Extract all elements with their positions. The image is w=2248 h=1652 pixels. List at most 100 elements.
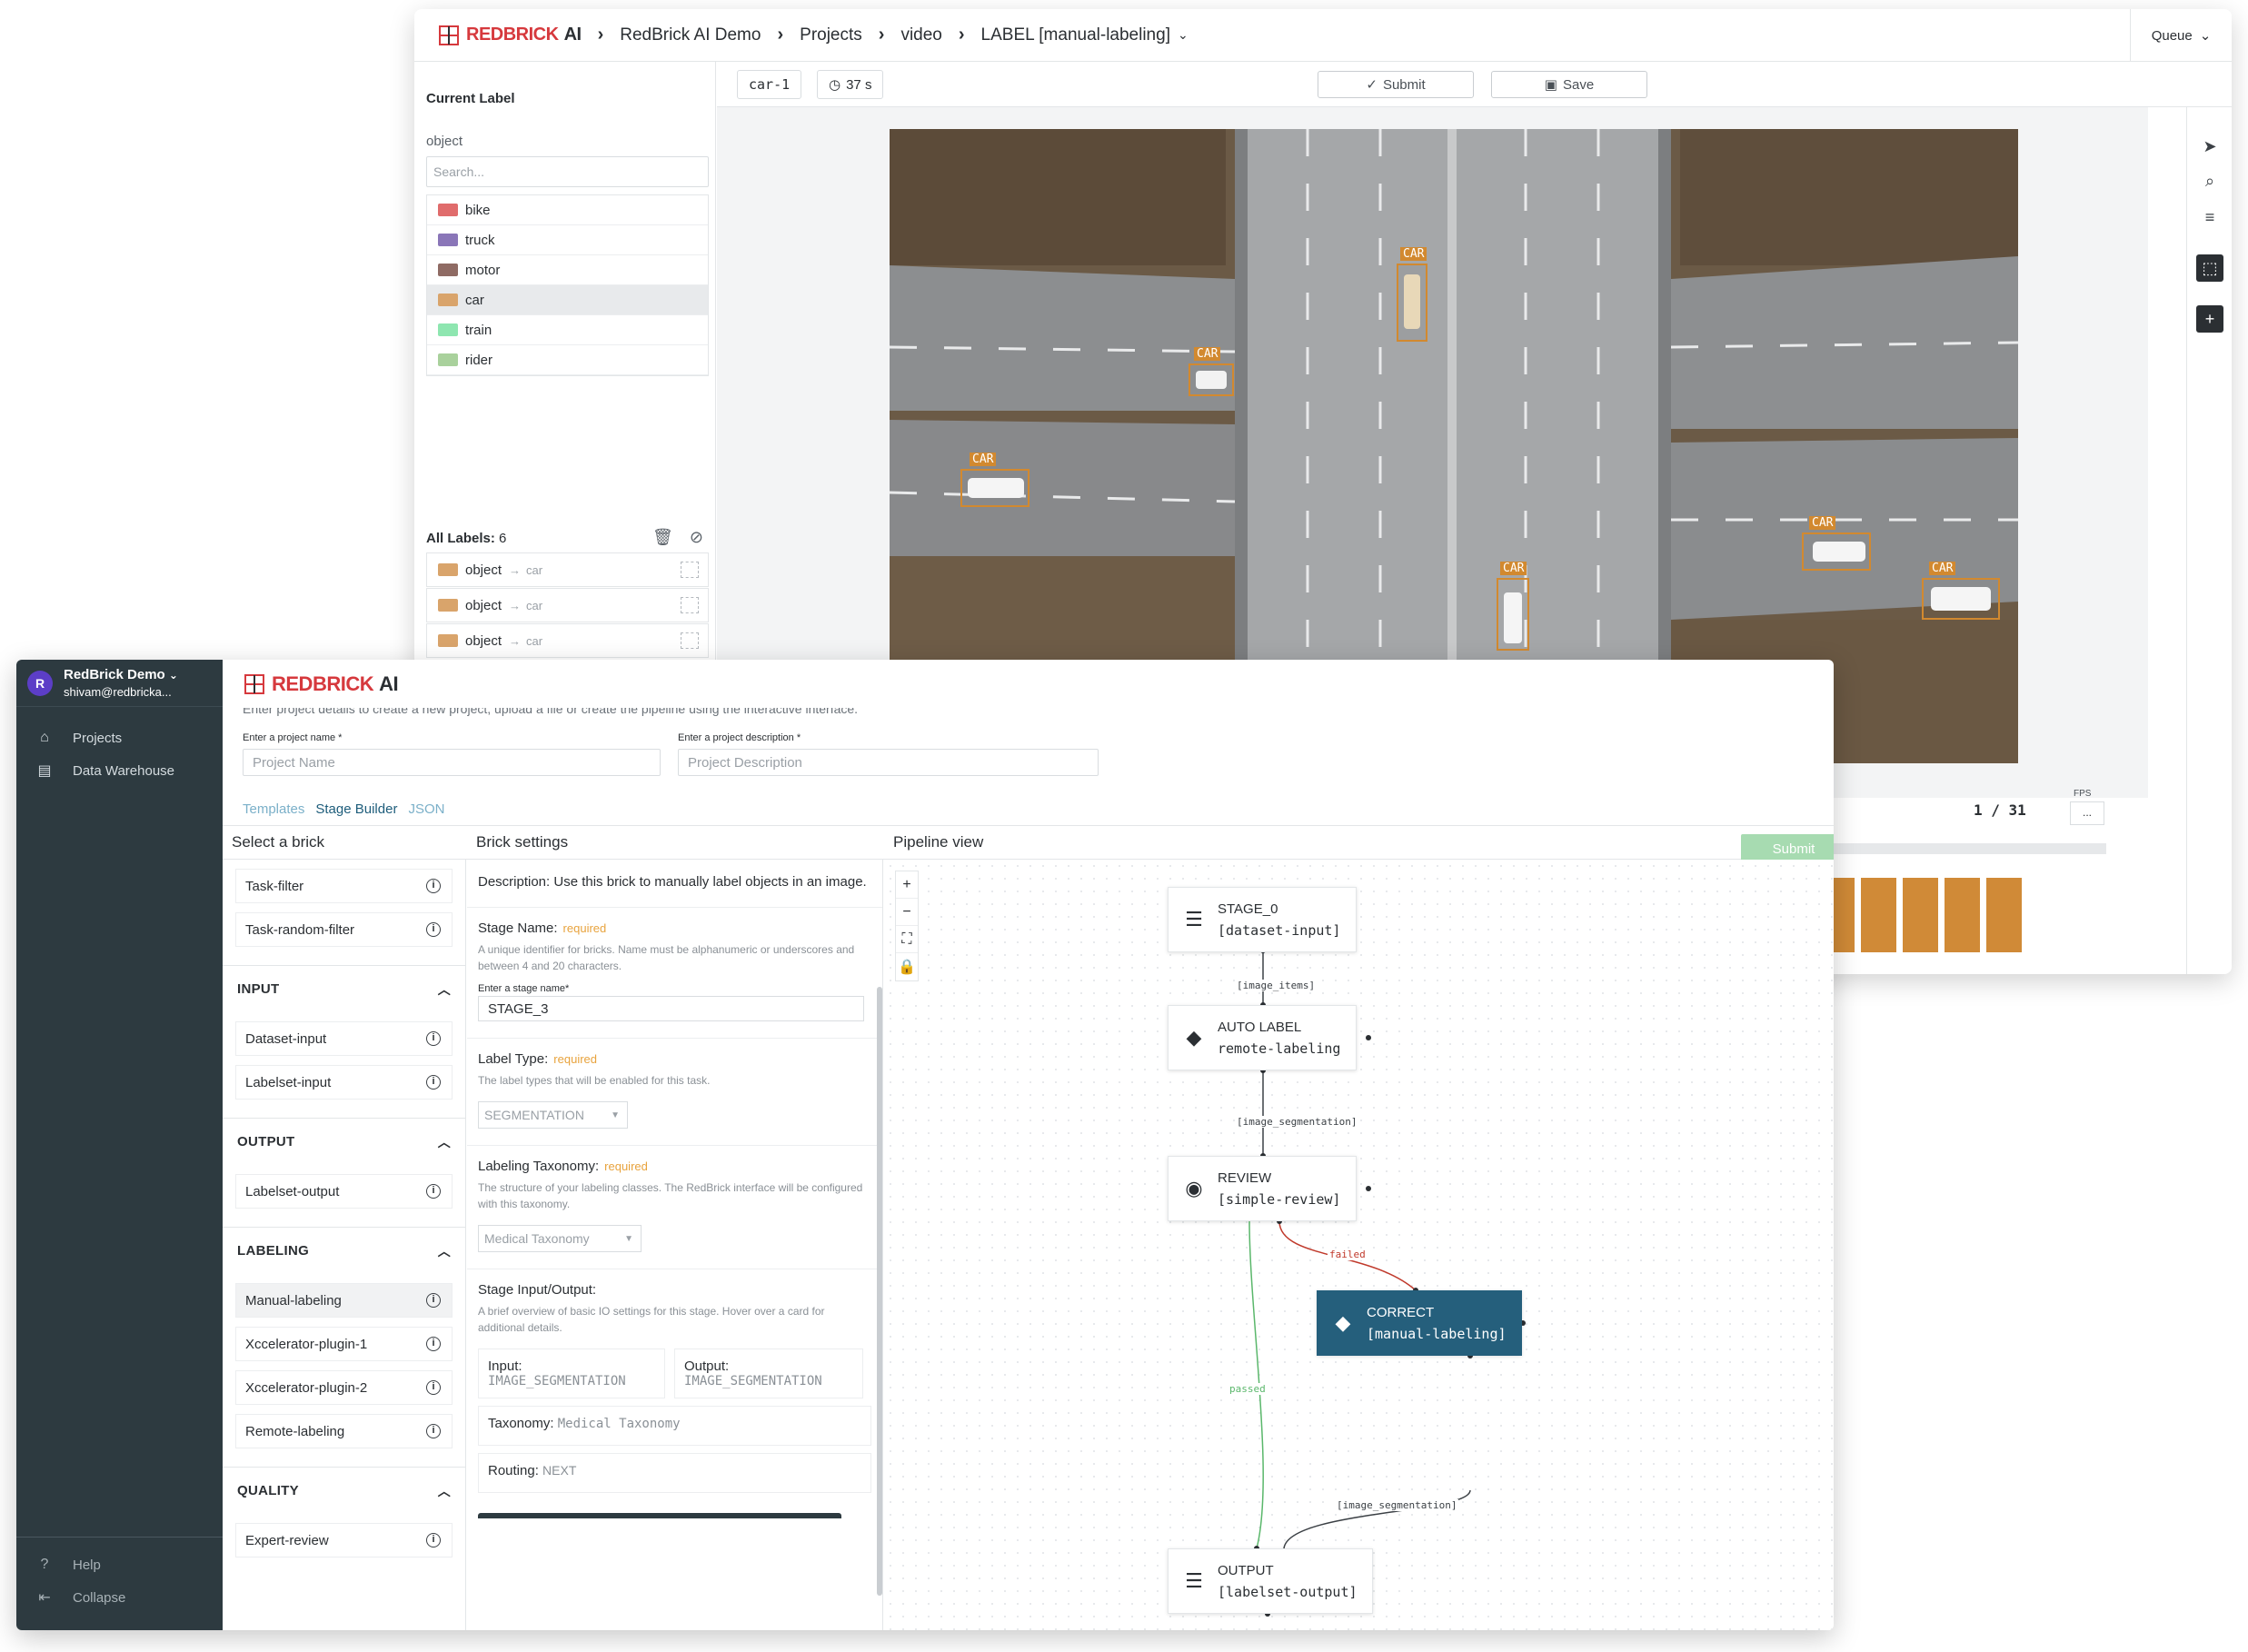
car-bounding-box[interactable]: CAR [1189,347,1234,396]
brick-task-filter[interactable]: Task-filter i [235,869,453,903]
fps-select[interactable]: ... [2070,801,2104,825]
project-description-input[interactable]: Project Description [678,749,1099,776]
chevron-down-icon[interactable]: ⌄ [1178,27,1189,43]
pipeline-node-auto-label[interactable]: ◆ AUTO LABEL remote-labeling [1168,1005,1357,1070]
fps-label: FPS [2074,789,2092,799]
label-entry[interactable]: object → car [426,588,709,622]
bounding-box-tool-icon[interactable]: ⬚ [2196,254,2223,282]
section-input[interactable]: INPUT ︿ [223,965,465,1012]
redbrick-logo[interactable]: REDBRICK AI [243,672,399,696]
pipeline-node-review[interactable]: ◉ REVIEW [simple-review] [1168,1156,1357,1221]
frame-block[interactable] [1945,878,1980,952]
class-item-bike[interactable]: bike [427,195,708,225]
breadcrumb-stage[interactable]: LABEL [manual-labeling] [981,25,1170,45]
info-icon[interactable]: i [426,1337,441,1351]
io-routing-card[interactable]: Routing: NEXT [478,1453,871,1493]
class-item-truck[interactable]: truck [427,225,708,255]
tab-stage-builder[interactable]: Stage Builder [315,801,397,817]
sliders-icon[interactable]: ≡ [2196,204,2223,231]
add-brick-button[interactable] [478,1513,841,1518]
pipeline-canvas[interactable]: + − ⛶ 🔒 [image_items] [image_segmentatio… [884,860,1834,1630]
submit-button[interactable]: ✓ Submit [1318,71,1474,98]
io-taxonomy-card[interactable]: Taxonomy: Medical Taxonomy [478,1406,871,1446]
car-bounding-box[interactable]: CAR [960,453,1030,507]
frame-block[interactable] [1986,878,2022,952]
trash-icon[interactable]: 🗑 [652,528,673,547]
queue-dropdown[interactable]: Queue ⌄ [2130,9,2232,62]
bounding-box-icon [681,597,699,613]
info-icon[interactable]: i [426,1380,441,1395]
pipeline-node-output[interactable]: ☰ OUTPUT [labelset-output] [1168,1548,1373,1614]
info-icon[interactable]: i [426,1031,441,1046]
brick-manual-labeling[interactable]: Manual-labeling i [235,1283,453,1318]
list-icon: ☰ [1185,1569,1203,1592]
car-bounding-box[interactable]: CAR [1802,516,1871,571]
info-icon[interactable]: i [426,922,441,937]
brick-xccelerator-plugin-2[interactable]: Xccelerator-plugin-2 i [235,1370,453,1405]
breadcrumb-org[interactable]: RedBrick AI Demo [620,25,761,45]
pipeline-node-correct[interactable]: ◆ CORRECT [manual-labeling] [1317,1290,1522,1356]
class-item-train[interactable]: train [427,315,708,345]
breadcrumb-project[interactable]: video [900,25,941,45]
eye-off-icon[interactable]: ⊘ [690,528,703,547]
label-entry[interactable]: object → car [426,623,709,658]
io-input-card[interactable]: Input: IMAGE_SEGMENTATION [478,1348,665,1398]
tag-icon: ◆ [1186,1026,1202,1049]
label-type-title: Label Type: [478,1051,549,1067]
class-search-input[interactable]: Search... [426,156,709,187]
frame-block[interactable] [1903,878,1938,952]
frame-block[interactable] [1861,878,1896,952]
chevron-up-icon: ︿ [437,1243,451,1259]
sidebar-item-projects[interactable]: ⌂ Projects [16,722,223,754]
save-button[interactable]: ▣ Save [1491,71,1647,98]
pipeline-node-stage0[interactable]: ☰ STAGE_0 [dataset-input] [1168,887,1357,952]
info-icon[interactable]: i [426,1184,441,1199]
section-output[interactable]: OUTPUT ︿ [223,1118,465,1165]
brick-task-random-filter[interactable]: Task-random-filter i [235,912,453,947]
main-content: REDBRICK AI Enter project details to crea… [223,660,1834,1630]
project-name-input[interactable]: Project Name [243,749,661,776]
car-shape [1196,371,1227,389]
io-output-card[interactable]: Output: IMAGE_SEGMENTATION [674,1348,863,1398]
zoom-icon[interactable]: ⌕ [2196,167,2223,194]
info-icon[interactable]: i [426,1075,441,1090]
brick-dataset-input[interactable]: Dataset-input i [235,1021,453,1056]
brick-remote-labeling[interactable]: Remote-labeling i [235,1414,453,1448]
brick-labelset-input[interactable]: Labelset-input i [235,1065,453,1100]
brick-expert-review[interactable]: Expert-review i [235,1523,453,1557]
info-icon[interactable]: i [426,1533,441,1548]
sidebar-item-collapse[interactable]: ⇤ Collapse [16,1581,223,1614]
car-bounding-box[interactable]: CAR [1397,247,1427,342]
info-icon[interactable]: i [426,1293,441,1308]
save-icon: ▣ [1544,77,1557,93]
redbrick-logo[interactable]: REDBRICK AI [437,24,582,47]
settings-scrollbar[interactable] [877,987,882,1596]
sidebar-item-data-warehouse[interactable]: ▤ Data Warehouse [16,754,223,787]
tab-json[interactable]: JSON [408,801,444,817]
car-bounding-box[interactable]: CAR [1497,562,1529,651]
org-switcher[interactable]: R RedBrick Demo ⌄ shivam@redbricka... [16,660,223,707]
label-type-select[interactable]: SEGMENTATION ▼ [478,1101,628,1129]
car-bounding-box[interactable]: CAR [1922,562,2000,620]
sidebar-item-help[interactable]: ? Help [16,1548,223,1581]
info-icon[interactable]: i [426,879,441,893]
info-icon[interactable]: i [426,1424,441,1438]
taxonomy-select[interactable]: Medical Taxonomy ▼ [478,1225,642,1252]
brick-labelset-output[interactable]: Labelset-output i [235,1174,453,1209]
class-item-car[interactable]: car [427,285,708,315]
chevron-right-icon: › [958,25,965,45]
section-quality[interactable]: QUALITY ︿ [223,1467,465,1514]
class-item-rider[interactable]: rider [427,345,708,375]
pipeline-window: R RedBrick Demo ⌄ shivam@redbricka... ⌂ P… [16,660,1834,1630]
class-item-motor[interactable]: motor [427,255,708,285]
cursor-icon[interactable]: ➤ [2196,133,2223,160]
label-entry[interactable]: object → car [426,552,709,587]
brick-xccelerator-plugin-1[interactable]: Xccelerator-plugin-1 i [235,1327,453,1361]
box-label: CAR [1929,562,1956,575]
breadcrumb-projects[interactable]: Projects [800,25,862,45]
box-label: CAR [1500,562,1527,575]
plus-icon[interactable]: + [2196,305,2223,333]
tab-templates[interactable]: Templates [243,801,304,817]
section-labeling[interactable]: LABELING ︿ [223,1227,465,1274]
stage-name-input[interactable]: STAGE_3 [478,996,864,1021]
